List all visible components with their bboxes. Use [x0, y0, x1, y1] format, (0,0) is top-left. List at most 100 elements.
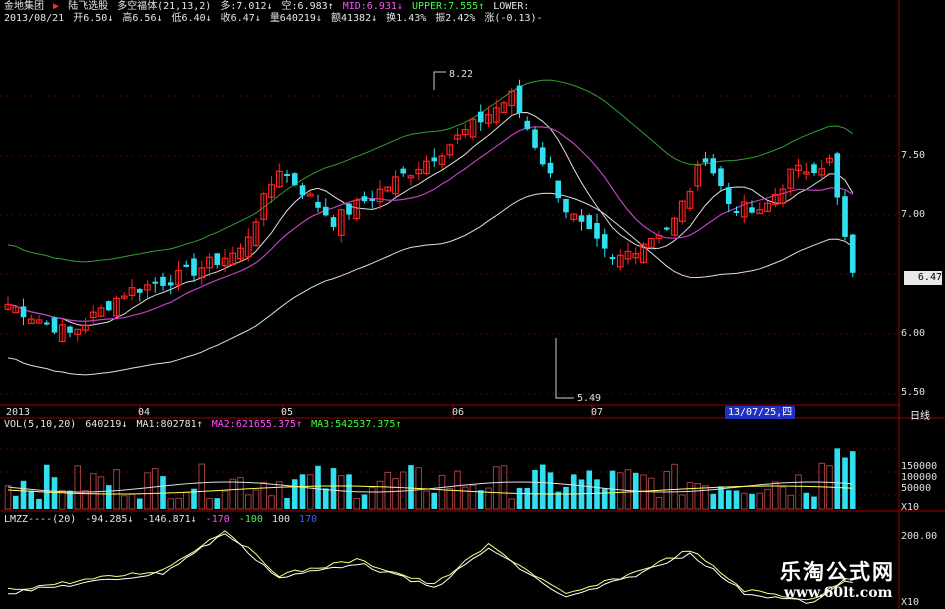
volume-bar [337, 475, 345, 510]
candle-body [578, 215, 585, 222]
lmzz-v3: -170 [205, 514, 230, 525]
volume-bar [477, 490, 484, 509]
candle-body [369, 198, 376, 201]
candle-body [539, 147, 546, 165]
candle-body [725, 187, 732, 204]
volume-bar [315, 465, 321, 509]
volume-bar [36, 498, 42, 509]
candle-body [105, 301, 112, 311]
candle-body [710, 158, 717, 174]
candle-body [160, 276, 166, 286]
candle-body [400, 168, 407, 174]
volume-bar [749, 493, 755, 509]
candle-body [834, 153, 841, 198]
lmzz-line-2 [8, 533, 853, 604]
volume-bar [678, 494, 686, 510]
volume-bar [609, 470, 616, 509]
volume-bar [252, 489, 260, 510]
period-label[interactable]: 日线 [910, 407, 930, 422]
volume-bar [284, 497, 290, 509]
volume-bar [671, 463, 678, 510]
time-label-07: 07 [591, 407, 604, 418]
candle-body [291, 173, 298, 186]
candle-body [849, 234, 856, 273]
candle-body [361, 196, 368, 202]
time-label-06: 06 [452, 407, 465, 418]
stock-chart-window: 金地集团 ▶ 陆飞选股 多空福体(21,13,2) 多:7.012↓ 空:6.9… [0, 0, 945, 609]
volume-bar [686, 482, 694, 510]
candle-body [191, 258, 197, 276]
price-tick-700: 7.00 [901, 209, 926, 220]
candle-body [315, 201, 321, 208]
volume-bar [461, 486, 469, 510]
vol-tick-x10: X10 [901, 502, 920, 513]
volume-bar [260, 481, 268, 510]
candle-body [299, 185, 306, 196]
volume-bar [206, 498, 213, 510]
volume-bar [43, 464, 50, 509]
volume-bar [322, 488, 329, 509]
volume-bar [167, 498, 175, 510]
volume-bar [516, 487, 523, 509]
time-label-04: 04 [138, 407, 151, 418]
candle-body [167, 282, 174, 286]
watermark-title: 乐淘公式网 [780, 560, 895, 584]
volume-bar [221, 490, 229, 510]
candle-body [51, 317, 58, 333]
vol-ma2: MA2:621655.375↑ [211, 419, 303, 430]
price-tick-600: 6.00 [901, 328, 926, 339]
candle-body [183, 264, 190, 267]
volume-bar [175, 497, 182, 510]
volume-bar [423, 490, 430, 510]
volume-bar [446, 488, 454, 510]
volume-bar [136, 498, 143, 509]
vol-title[interactable]: VOL(5,10,20) [4, 419, 76, 430]
candle-body [136, 289, 143, 293]
volume-bar [702, 485, 709, 510]
vol-ma1: MA1:802781↑ [136, 419, 203, 430]
lmzz-lines [7, 530, 853, 604]
volume-bar [616, 472, 624, 510]
price-tick-550: 5.50 [901, 387, 926, 398]
volume-bar [647, 477, 655, 510]
volume-bar [51, 477, 58, 509]
candle-body [524, 120, 531, 130]
volume-bar [392, 478, 399, 510]
low-annotation: 5.49 [577, 393, 602, 404]
candle-body [67, 326, 73, 333]
volume-bar [469, 484, 477, 510]
candle-body [284, 174, 290, 176]
candle-body [733, 210, 740, 213]
volume-bar [849, 451, 856, 509]
vol-ma3: MA3:542537.375↑ [311, 419, 402, 430]
lmzz-tick-200: 200.00 [901, 531, 938, 542]
volume-bar [764, 488, 771, 510]
lmzz-v4: -100 [238, 514, 263, 525]
lmzz-line-1 [7, 530, 853, 601]
volume-bar [268, 495, 275, 510]
volume-bar [198, 463, 206, 510]
volume-bar [779, 486, 787, 510]
lower-band-line [7, 192, 854, 376]
candle-body [346, 203, 352, 215]
volume-bar [105, 485, 112, 509]
volume-bar [97, 476, 105, 510]
candle-body [43, 322, 50, 325]
candle-body [152, 281, 159, 284]
candle-body [555, 180, 562, 199]
candle-body [330, 217, 337, 227]
candle-body [601, 234, 608, 249]
volume-bar [128, 493, 136, 510]
volume-panel-header: VOL(5,10,20) 640219↓ MA1:802781↑ MA2:621… [4, 419, 404, 431]
volume-bar [740, 492, 748, 510]
lmzz-title[interactable]: LMZZ----(20) [4, 514, 76, 525]
volume-bar [818, 462, 826, 510]
lmzz-v2: -146.871↓ [142, 514, 197, 525]
volume-bar [485, 487, 492, 510]
volume-bar [718, 486, 724, 509]
volume-bar [811, 496, 817, 509]
volume-bar [532, 469, 538, 509]
lmzz-v1: -94.285↓ [85, 514, 134, 525]
candle-body [842, 196, 848, 237]
volume-bar [570, 474, 577, 509]
